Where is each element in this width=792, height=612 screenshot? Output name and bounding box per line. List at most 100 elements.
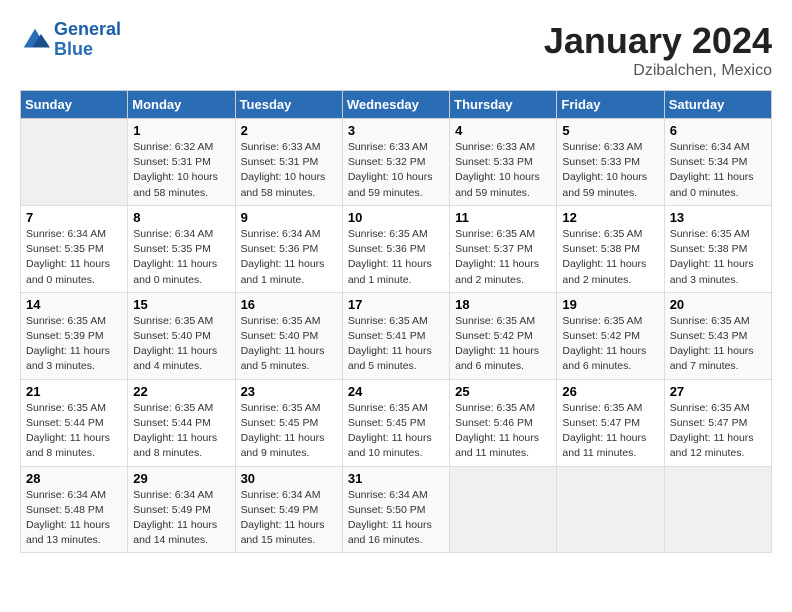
calendar-cell <box>664 466 771 553</box>
day-number: 22 <box>133 384 229 399</box>
day-info: Sunrise: 6:34 AM Sunset: 5:50 PM Dayligh… <box>348 488 444 549</box>
day-info: Sunrise: 6:35 AM Sunset: 5:38 PM Dayligh… <box>670 227 766 288</box>
day-info: Sunrise: 6:35 AM Sunset: 5:45 PM Dayligh… <box>348 401 444 462</box>
calendar-cell: 27 Sunrise: 6:35 AM Sunset: 5:47 PM Dayli… <box>664 379 771 466</box>
day-number: 14 <box>26 297 122 312</box>
day-number: 13 <box>670 210 766 225</box>
calendar-cell: 11 Sunrise: 6:35 AM Sunset: 5:37 PM Dayli… <box>450 205 557 292</box>
calendar-cell: 10 Sunrise: 6:35 AM Sunset: 5:36 PM Dayli… <box>342 205 449 292</box>
day-info: Sunrise: 6:34 AM Sunset: 5:35 PM Dayligh… <box>26 227 122 288</box>
day-info: Sunrise: 6:35 AM Sunset: 5:36 PM Dayligh… <box>348 227 444 288</box>
calendar-cell: 20Sunrise: 6:35 AM Sunset: 5:43 PM Dayli… <box>664 292 771 379</box>
day-info: Sunrise: 6:35 AM Sunset: 5:47 PM Dayligh… <box>562 401 658 462</box>
day-info: Sunrise: 6:34 AM Sunset: 5:49 PM Dayligh… <box>241 488 337 549</box>
day-info: Sunrise: 6:34 AM Sunset: 5:48 PM Dayligh… <box>26 488 122 549</box>
day-number: 16 <box>241 297 337 312</box>
day-number: 6 <box>670 123 766 138</box>
calendar-week-row: 14 Sunrise: 6:35 AM Sunset: 5:39 PM Dayli… <box>21 292 772 379</box>
day-number: 29 <box>133 471 229 486</box>
calendar-cell: 16Sunrise: 6:35 AM Sunset: 5:40 PM Dayli… <box>235 292 342 379</box>
calendar-cell: 25Sunrise: 6:35 AM Sunset: 5:46 PM Dayli… <box>450 379 557 466</box>
calendar-cell: 31 Sunrise: 6:34 AM Sunset: 5:50 PM Dayli… <box>342 466 449 553</box>
day-number: 15 <box>133 297 229 312</box>
day-number: 18 <box>455 297 551 312</box>
calendar-cell: 3 Sunrise: 6:33 AM Sunset: 5:32 PM Daylig… <box>342 119 449 206</box>
calendar-cell: 23 Sunrise: 6:35 AM Sunset: 5:45 PM Dayli… <box>235 379 342 466</box>
calendar-week-row: 1 Sunrise: 6:32 AM Sunset: 5:31 PM Daylig… <box>21 119 772 206</box>
day-info: Sunrise: 6:35 AM Sunset: 5:38 PM Dayligh… <box>562 227 658 288</box>
day-number: 7 <box>26 210 122 225</box>
day-info: Sunrise: 6:35 AM Sunset: 5:44 PM Dayligh… <box>26 401 122 462</box>
calendar-week-row: 28Sunrise: 6:34 AM Sunset: 5:48 PM Dayli… <box>21 466 772 553</box>
calendar-week-row: 7 Sunrise: 6:34 AM Sunset: 5:35 PM Daylig… <box>21 205 772 292</box>
day-number: 25 <box>455 384 551 399</box>
logo-general: General <box>54 19 121 39</box>
day-number: 31 <box>348 471 444 486</box>
day-number: 20 <box>670 297 766 312</box>
logo-icon <box>20 25 50 55</box>
calendar-header-row: SundayMondayTuesdayWednesdayThursdayFrid… <box>21 91 772 119</box>
day-number: 23 <box>241 384 337 399</box>
page-header: General Blue January 2024 Dzibalchen, Me… <box>20 20 772 80</box>
calendar-cell: 28Sunrise: 6:34 AM Sunset: 5:48 PM Dayli… <box>21 466 128 553</box>
day-number: 10 <box>348 210 444 225</box>
calendar-cell: 30 Sunrise: 6:34 AM Sunset: 5:49 PM Dayli… <box>235 466 342 553</box>
col-header-friday: Friday <box>557 91 664 119</box>
day-number: 1 <box>133 123 229 138</box>
day-number: 19 <box>562 297 658 312</box>
calendar-cell: 12 Sunrise: 6:35 AM Sunset: 5:38 PM Dayli… <box>557 205 664 292</box>
col-header-saturday: Saturday <box>664 91 771 119</box>
calendar-cell: 29Sunrise: 6:34 AM Sunset: 5:49 PM Dayli… <box>128 466 235 553</box>
day-number: 17 <box>348 297 444 312</box>
day-number: 12 <box>562 210 658 225</box>
day-info: Sunrise: 6:35 AM Sunset: 5:45 PM Dayligh… <box>241 401 337 462</box>
calendar-cell: 8Sunrise: 6:34 AM Sunset: 5:35 PM Daylig… <box>128 205 235 292</box>
day-number: 30 <box>241 471 337 486</box>
calendar-cell: 18 Sunrise: 6:35 AM Sunset: 5:42 PM Dayli… <box>450 292 557 379</box>
day-info: Sunrise: 6:33 AM Sunset: 5:31 PM Dayligh… <box>241 140 337 201</box>
day-info: Sunrise: 6:35 AM Sunset: 5:42 PM Dayligh… <box>455 314 551 375</box>
calendar-cell: 14 Sunrise: 6:35 AM Sunset: 5:39 PM Dayli… <box>21 292 128 379</box>
calendar-cell: 24 Sunrise: 6:35 AM Sunset: 5:45 PM Dayli… <box>342 379 449 466</box>
calendar-cell: 15 Sunrise: 6:35 AM Sunset: 5:40 PM Dayli… <box>128 292 235 379</box>
day-info: Sunrise: 6:35 AM Sunset: 5:42 PM Dayligh… <box>562 314 658 375</box>
day-number: 27 <box>670 384 766 399</box>
day-info: Sunrise: 6:34 AM Sunset: 5:35 PM Dayligh… <box>133 227 229 288</box>
day-number: 24 <box>348 384 444 399</box>
day-info: Sunrise: 6:35 AM Sunset: 5:47 PM Dayligh… <box>670 401 766 462</box>
logo-blue: Blue <box>54 40 121 60</box>
calendar-cell: 6 Sunrise: 6:34 AM Sunset: 5:34 PM Daylig… <box>664 119 771 206</box>
day-number: 3 <box>348 123 444 138</box>
day-number: 4 <box>455 123 551 138</box>
location-subtitle: Dzibalchen, Mexico <box>544 62 772 80</box>
day-number: 11 <box>455 210 551 225</box>
day-info: Sunrise: 6:32 AM Sunset: 5:31 PM Dayligh… <box>133 140 229 201</box>
col-header-thursday: Thursday <box>450 91 557 119</box>
calendar-cell: 17 Sunrise: 6:35 AM Sunset: 5:41 PM Dayli… <box>342 292 449 379</box>
day-number: 2 <box>241 123 337 138</box>
calendar-cell: 2 Sunrise: 6:33 AM Sunset: 5:31 PM Daylig… <box>235 119 342 206</box>
calendar-cell: 22Sunrise: 6:35 AM Sunset: 5:44 PM Dayli… <box>128 379 235 466</box>
col-header-sunday: Sunday <box>21 91 128 119</box>
day-info: Sunrise: 6:35 AM Sunset: 5:39 PM Dayligh… <box>26 314 122 375</box>
day-number: 5 <box>562 123 658 138</box>
calendar-cell: 13 Sunrise: 6:35 AM Sunset: 5:38 PM Dayli… <box>664 205 771 292</box>
calendar-cell: 7 Sunrise: 6:34 AM Sunset: 5:35 PM Daylig… <box>21 205 128 292</box>
day-number: 21 <box>26 384 122 399</box>
day-info: Sunrise: 6:35 AM Sunset: 5:40 PM Dayligh… <box>133 314 229 375</box>
logo: General Blue <box>20 20 121 60</box>
calendar-week-row: 21 Sunrise: 6:35 AM Sunset: 5:44 PM Dayli… <box>21 379 772 466</box>
day-info: Sunrise: 6:35 AM Sunset: 5:41 PM Dayligh… <box>348 314 444 375</box>
day-info: Sunrise: 6:35 AM Sunset: 5:37 PM Dayligh… <box>455 227 551 288</box>
logo-text: General Blue <box>54 20 121 60</box>
calendar-cell <box>21 119 128 206</box>
day-info: Sunrise: 6:33 AM Sunset: 5:33 PM Dayligh… <box>562 140 658 201</box>
calendar-cell <box>450 466 557 553</box>
calendar-cell: 1 Sunrise: 6:32 AM Sunset: 5:31 PM Daylig… <box>128 119 235 206</box>
day-number: 26 <box>562 384 658 399</box>
day-info: Sunrise: 6:34 AM Sunset: 5:34 PM Dayligh… <box>670 140 766 201</box>
calendar-cell: 5 Sunrise: 6:33 AM Sunset: 5:33 PM Daylig… <box>557 119 664 206</box>
col-header-tuesday: Tuesday <box>235 91 342 119</box>
day-number: 9 <box>241 210 337 225</box>
day-info: Sunrise: 6:33 AM Sunset: 5:32 PM Dayligh… <box>348 140 444 201</box>
